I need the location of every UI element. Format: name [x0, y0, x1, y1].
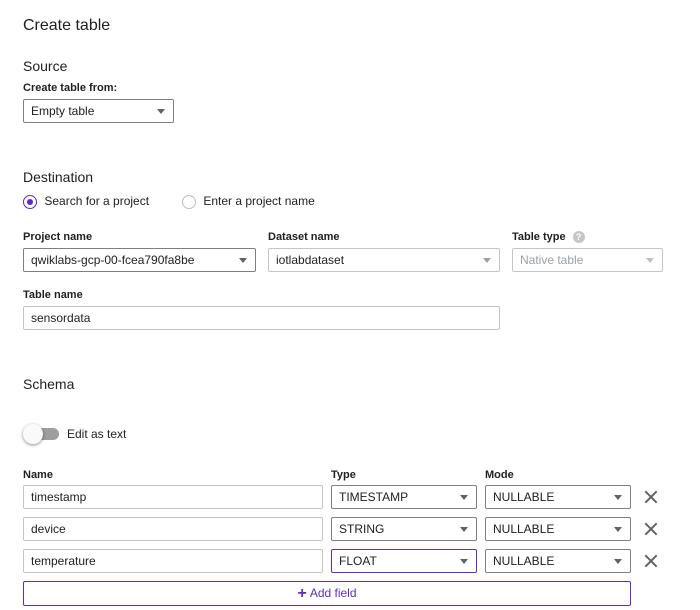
- caret-down-icon: [157, 109, 165, 114]
- remove-field-close-icon[interactable]: [643, 521, 659, 537]
- source-heading: Source: [23, 58, 68, 74]
- field-type-select[interactable]: STRING: [331, 517, 477, 541]
- caret-down-icon: [460, 559, 468, 564]
- caret-down-icon: [460, 495, 468, 500]
- field-name-input[interactable]: [23, 549, 323, 573]
- toggle-thumb: [23, 424, 43, 444]
- radio-search-label: Search for a project: [44, 194, 150, 208]
- field-type-select[interactable]: TIMESTAMP: [331, 485, 477, 509]
- radio-enter-project[interactable]: Enter a project name: [182, 193, 315, 209]
- caret-down-icon: [646, 258, 654, 263]
- field-name-input[interactable]: [23, 517, 323, 541]
- table-name-label: Table name: [23, 289, 83, 301]
- field-type-value: STRING: [339, 522, 385, 536]
- field-mode-select[interactable]: NULLABLE: [485, 517, 631, 541]
- caret-down-icon: [483, 258, 491, 263]
- remove-field-close-icon[interactable]: [643, 489, 659, 505]
- caret-down-icon: [460, 527, 468, 532]
- project-name-select[interactable]: qwiklabs-gcp-00-fcea790fa8be: [23, 248, 256, 272]
- field-mode-select[interactable]: NULLABLE: [485, 485, 631, 509]
- project-name-value: qwiklabs-gcp-00-fcea790fa8be: [31, 253, 195, 267]
- dataset-name-value: iotlabdataset: [276, 253, 345, 267]
- table-type-label-row: Table type ?: [512, 230, 585, 244]
- radio-enter-label: Enter a project name: [203, 194, 315, 208]
- page-title: Create table: [23, 17, 111, 34]
- remove-field-close-icon[interactable]: [643, 553, 659, 569]
- schema-col-mode: Mode: [485, 469, 514, 481]
- edit-as-text-label: Edit as text: [67, 427, 127, 441]
- caret-down-icon: [239, 258, 247, 263]
- field-mode-value: NULLABLE: [493, 490, 555, 504]
- field-mode-value: NULLABLE: [493, 554, 555, 568]
- create-from-value: Empty table: [31, 104, 95, 118]
- dataset-name-label: Dataset name: [268, 231, 340, 243]
- schema-heading: Schema: [23, 376, 75, 392]
- field-type-value: FLOAT: [339, 554, 377, 568]
- table-type-value: Native table: [520, 253, 584, 267]
- caret-down-icon: [614, 527, 622, 532]
- caret-down-icon: [614, 495, 622, 500]
- field-mode-select[interactable]: NULLABLE: [485, 549, 631, 573]
- schema-col-type: Type: [331, 469, 356, 481]
- radio-search-project[interactable]: Search for a project: [23, 193, 149, 209]
- table-name-input[interactable]: [23, 306, 500, 330]
- destination-heading: Destination: [23, 169, 94, 185]
- field-type-value: TIMESTAMP: [339, 490, 409, 504]
- plus-icon: +: [297, 585, 307, 602]
- edit-as-text-toggle[interactable]: [23, 424, 59, 444]
- add-field-label: Add field: [309, 586, 357, 600]
- project-name-label: Project name: [23, 231, 93, 243]
- schema-col-name: Name: [23, 469, 53, 481]
- add-field-button[interactable]: + Add field: [23, 581, 631, 606]
- table-type-select: Native table: [512, 248, 663, 272]
- create-from-label: Create table from:: [23, 82, 118, 94]
- radio-unchecked-icon[interactable]: [182, 194, 196, 209]
- radio-checked-icon[interactable]: [23, 194, 37, 209]
- dataset-name-select[interactable]: iotlabdataset: [268, 248, 500, 272]
- table-type-label: Table type: [512, 231, 566, 243]
- field-mode-value: NULLABLE: [493, 522, 555, 536]
- field-name-input[interactable]: [23, 485, 323, 509]
- field-type-select[interactable]: FLOAT: [331, 549, 477, 573]
- help-icon[interactable]: ?: [572, 231, 585, 244]
- caret-down-icon: [614, 559, 622, 564]
- create-from-select[interactable]: Empty table: [23, 99, 174, 123]
